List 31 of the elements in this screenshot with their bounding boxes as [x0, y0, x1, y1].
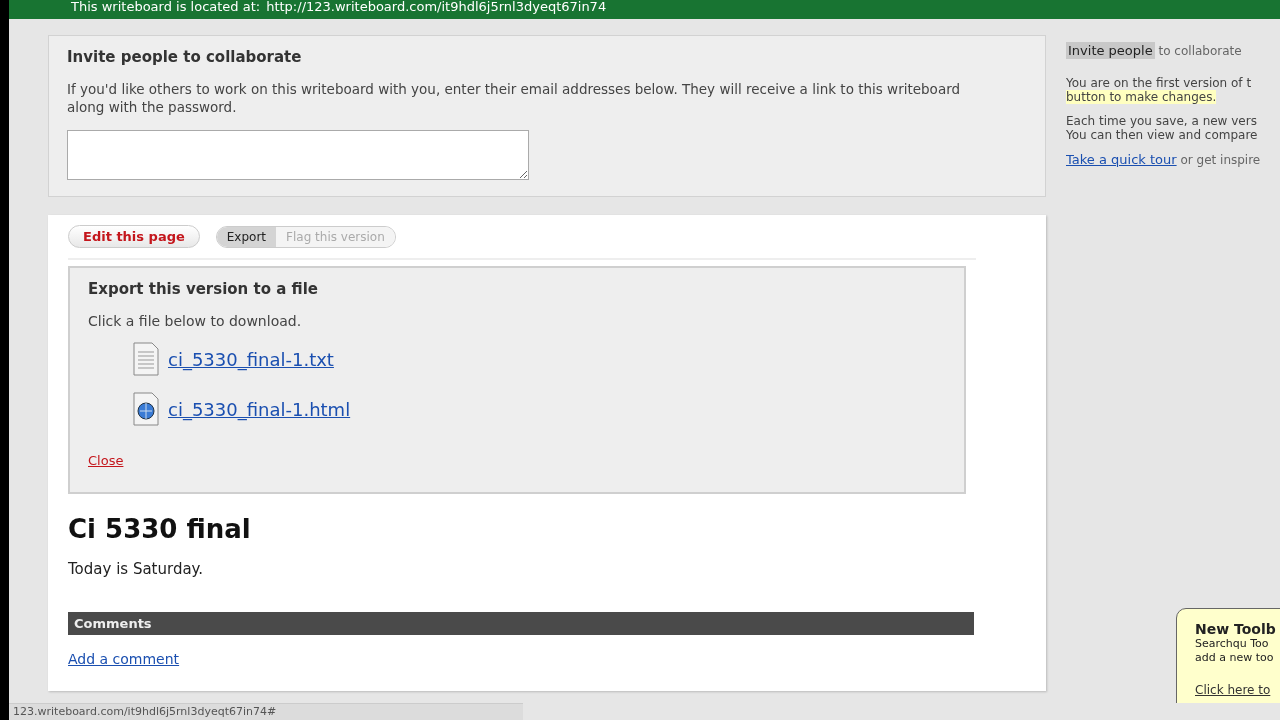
- invite-title: Invite people to collaborate: [67, 48, 303, 66]
- toolbar-tab[interactable]: Export: [216, 226, 277, 247]
- banner-text: This writeboard is located at:: [71, 0, 261, 13]
- close-link[interactable]: Close: [88, 453, 124, 468]
- add-comment-link[interactable]: Add a comment: [68, 651, 180, 667]
- writeboard-url-link[interactable]: http://123.writeboard.com/it9hdl6j5rnl3dyeqt67in74: [266, 0, 607, 13]
- popup-text: Searchqu Too: [1195, 637, 1270, 651]
- email-input-field[interactable]: [67, 130, 529, 180]
- popup-text: add a new too: [1195, 651, 1275, 665]
- save-note: Each time you save, a new vers: [1066, 114, 1258, 128]
- popup-title: New Toolb: [1195, 621, 1277, 637]
- document-body: Today is Saturday.: [68, 560, 205, 578]
- tour-suffix: or get inspire: [1180, 153, 1261, 167]
- version-note: You are on the first version of t: [1066, 76, 1253, 90]
- web-file-icon: [132, 392, 160, 426]
- status-url: 123.writeboard.com/it9hdl6j5rnl3dyeqt67in74#: [13, 705, 277, 718]
- file-download-link[interactable]: ci_5330_final-1.txt: [168, 348, 334, 370]
- document-title: Ci 5330 final: [68, 514, 252, 544]
- quick-tour-link[interactable]: Take a quick tour: [1066, 152, 1177, 167]
- export-instruction: Click a file below to download.: [88, 312, 303, 330]
- edit-page-button[interactable]: Edit this page: [68, 225, 200, 248]
- file-download-link[interactable]: ci_5330_final-1.html: [168, 398, 351, 420]
- comments-header: Comments: [68, 612, 974, 635]
- text-file-icon: [132, 342, 160, 376]
- invite-suffix: to collaborate: [1158, 44, 1242, 58]
- export-title: Export this version to a file: [88, 280, 319, 298]
- save-note: You can then view and compare: [1066, 128, 1259, 142]
- highlighted-note: button to make changes.: [1066, 90, 1217, 104]
- invite-people-link[interactable]: Invite people: [1066, 42, 1155, 59]
- invite-description: If you'd like others to work on this writeboard with you, enter their email addresses below. They will receive a link to this writeboard along with the password.: [67, 80, 962, 116]
- popup-link[interactable]: Click here to: [1195, 683, 1271, 697]
